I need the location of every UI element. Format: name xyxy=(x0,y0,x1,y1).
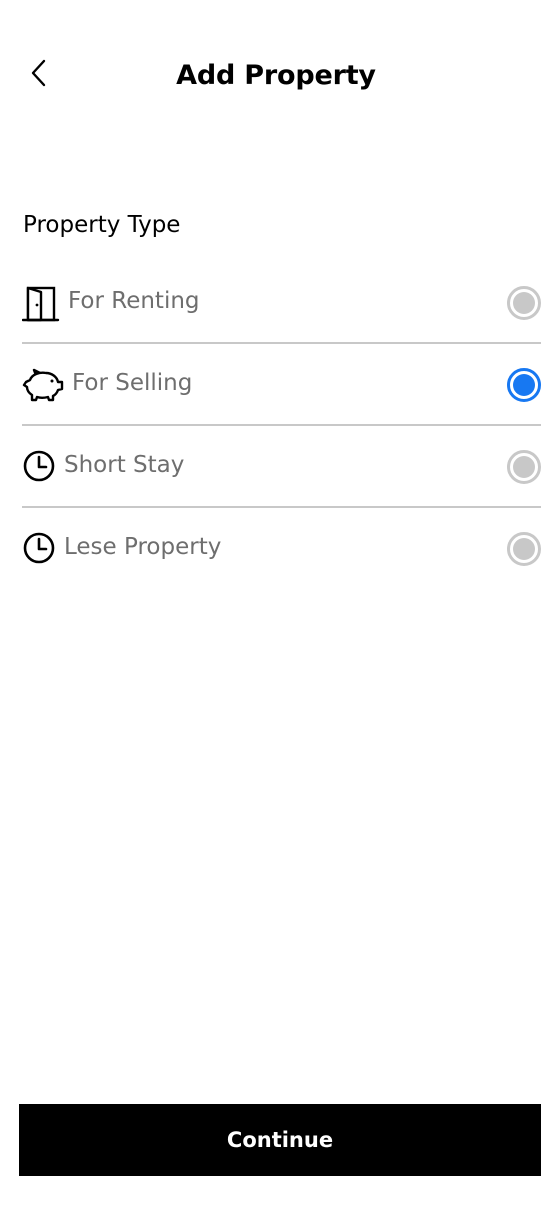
option-label: Short Stay xyxy=(64,452,185,478)
property-type-options: For Renting For Selling Short Stay Lese … xyxy=(22,262,541,588)
continue-button[interactable]: Continue xyxy=(19,1104,541,1176)
piggy-bank-icon xyxy=(22,366,64,404)
door-icon xyxy=(22,284,60,322)
app-header: Add Property xyxy=(0,0,560,150)
radio-for-renting[interactable] xyxy=(507,286,541,320)
radio-lese-property[interactable] xyxy=(507,532,541,566)
option-label: For Selling xyxy=(72,370,193,396)
clock-icon xyxy=(22,448,60,486)
radio-short-stay[interactable] xyxy=(507,450,541,484)
option-lese-property[interactable]: Lese Property xyxy=(22,508,541,588)
clock-icon xyxy=(22,530,60,568)
radio-for-selling[interactable] xyxy=(507,368,541,402)
option-label: For Renting xyxy=(68,288,200,314)
page-title: Add Property xyxy=(176,60,376,91)
radio-dot xyxy=(513,292,535,314)
radio-dot xyxy=(513,538,535,560)
option-label: Lese Property xyxy=(64,534,222,560)
radio-dot xyxy=(513,456,535,478)
property-type-label: Property Type xyxy=(23,212,181,238)
option-for-renting[interactable]: For Renting xyxy=(22,262,541,344)
option-short-stay[interactable]: Short Stay xyxy=(22,426,541,508)
radio-dot xyxy=(513,374,535,396)
option-for-selling[interactable]: For Selling xyxy=(22,344,541,426)
